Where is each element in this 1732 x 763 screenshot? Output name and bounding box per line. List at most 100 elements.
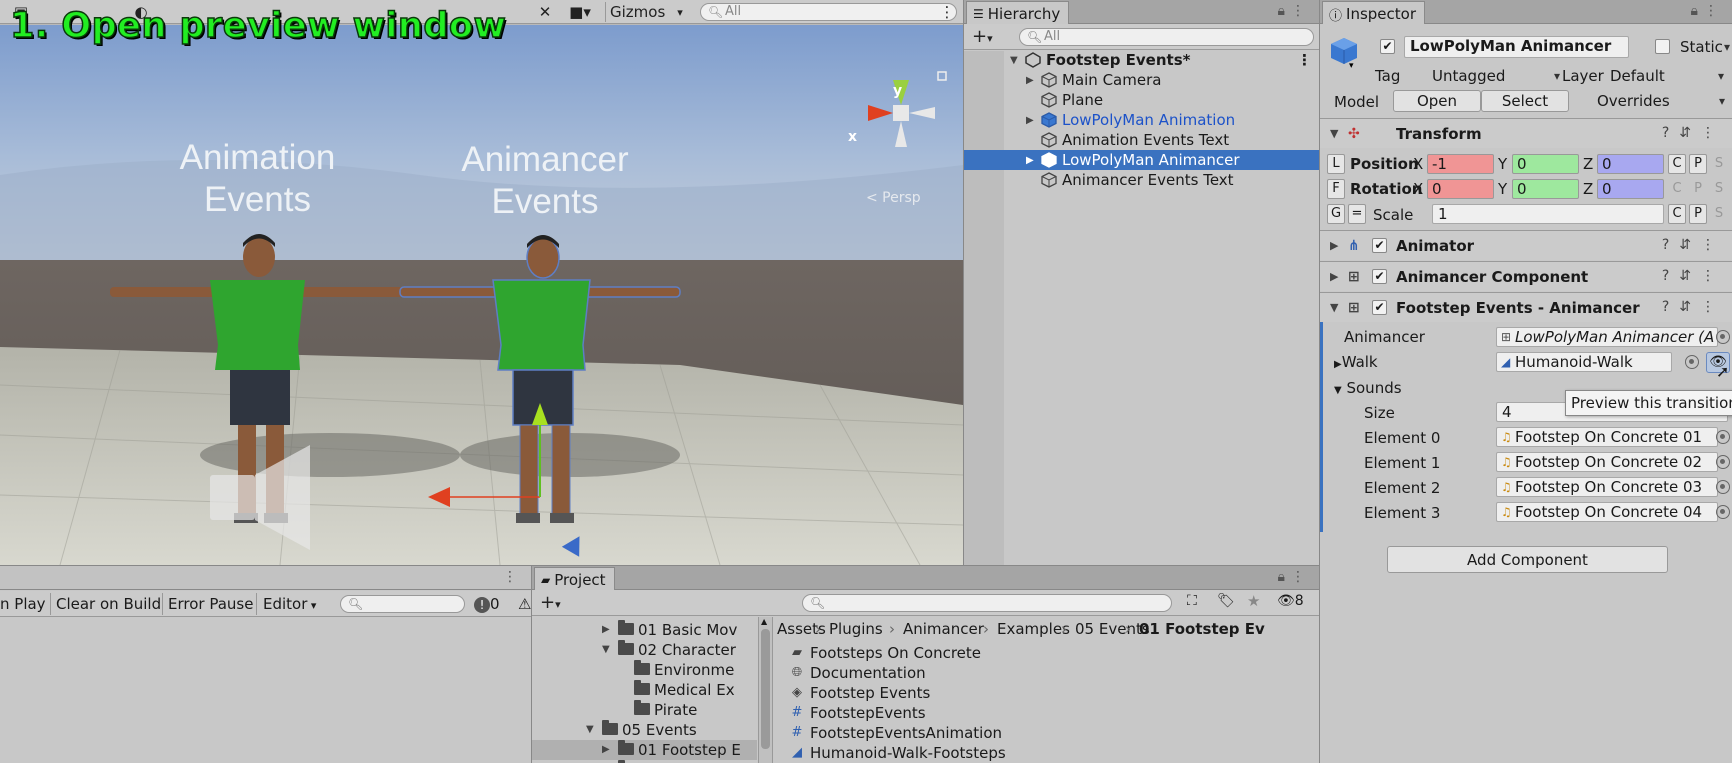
- scene-viewport[interactable]: Animation Events Animancer Events < Pers…: [0, 25, 963, 565]
- rotation-copy-button[interactable]: C: [1668, 179, 1686, 199]
- scene-root-row[interactable]: ▼ Footstep Events* ⋮: [964, 50, 1320, 70]
- gizmo-axis-x[interactable]: x: [848, 129, 857, 145]
- asset-item[interactable]: ◈ Footstep Events: [773, 683, 1320, 703]
- camera-icon[interactable]: ■▾: [565, 2, 595, 22]
- expand-arrow-icon[interactable]: ▼: [586, 724, 594, 735]
- clear-on-play-toggle[interactable]: n Play: [0, 594, 46, 614]
- object-picker-icon[interactable]: [1716, 455, 1730, 469]
- foldout-arrow-icon[interactable]: ▼: [1330, 127, 1338, 140]
- position-copy-button[interactable]: C: [1668, 154, 1686, 174]
- rotation-x-field[interactable]: 0: [1427, 179, 1494, 199]
- foldout-arrow-icon[interactable]: ▼: [1330, 301, 1338, 314]
- folder-tree-item[interactable]: Environme: [532, 660, 757, 680]
- console-search-input[interactable]: 🔍︎: [340, 595, 465, 613]
- expand-arrow-icon[interactable]: ▶: [602, 624, 610, 635]
- active-checkbox[interactable]: ✔: [1380, 39, 1395, 54]
- open-button[interactable]: Open: [1393, 90, 1481, 112]
- transform-local-button[interactable]: L: [1327, 154, 1345, 174]
- static-checkbox[interactable]: [1655, 39, 1670, 54]
- object-picker-icon[interactable]: [1716, 480, 1730, 494]
- sound-element-field[interactable]: ♫ Footstep On Concrete 01: [1496, 427, 1718, 447]
- expand-arrow-icon[interactable]: ▶: [1026, 75, 1034, 86]
- scale-field[interactable]: 1: [1432, 204, 1664, 224]
- clear-on-build-toggle[interactable]: Clear on Build: [56, 594, 161, 614]
- sound-element-field[interactable]: ♫ Footstep On Concrete 04: [1496, 502, 1718, 522]
- expand-arrow-icon[interactable]: ▼: [602, 644, 610, 655]
- hierarchy-item[interactable]: ▶ LowPolyMan Animation: [964, 110, 1320, 130]
- rotation-z-field[interactable]: 0: [1597, 179, 1664, 199]
- transform-header[interactable]: ▼ ✣ Transform ?⇵⋮: [1320, 118, 1732, 148]
- filter-type-icon[interactable]: ⛶: [1187, 593, 1197, 609]
- animator-enabled-checkbox[interactable]: ✔: [1372, 238, 1387, 253]
- object-name-field[interactable]: LowPolyMan Animancer: [1404, 36, 1629, 58]
- asset-item[interactable]: 🌐︎ Documentation: [773, 663, 1320, 683]
- breadcrumb-item[interactable]: Examples: [997, 620, 1070, 638]
- object-picker-icon[interactable]: [1716, 330, 1730, 344]
- hierarchy-item[interactable]: ▶ Main Camera: [964, 70, 1320, 90]
- position-x-label[interactable]: X: [1413, 155, 1423, 173]
- transform-freeze-button[interactable]: F: [1327, 179, 1345, 199]
- scale-copy-button[interactable]: C: [1668, 204, 1686, 224]
- hierarchy-item[interactable]: Plane: [964, 90, 1320, 110]
- warning-icon[interactable]: ⚠: [518, 594, 531, 614]
- folder-tree-item[interactable]: ▼ 05 Events: [532, 720, 757, 740]
- scene-menu-icon[interactable]: ⋮: [1297, 51, 1312, 69]
- tab-inspector[interactable]: ⓘ Inspector: [1322, 1, 1425, 24]
- tab-project[interactable]: ▰ Project: [534, 567, 615, 590]
- sounds-foldout[interactable]: ▼ Sounds: [1334, 379, 1402, 397]
- editor-dropdown[interactable]: Editor ▾: [263, 594, 316, 614]
- select-button[interactable]: Select: [1481, 90, 1569, 112]
- static-dropdown[interactable]: Static: [1676, 37, 1732, 57]
- folder-tree-item[interactable]: ▶ 01 Footstep E: [532, 740, 757, 760]
- expand-arrow-icon[interactable]: ▶: [1026, 115, 1034, 126]
- error-count-toggle[interactable]: ! 0: [474, 594, 500, 614]
- tools-icon[interactable]: ✕: [535, 2, 555, 22]
- folder-tree-item[interactable]: Medical Ex: [532, 680, 757, 700]
- animancer-enabled-checkbox[interactable]: ✔: [1372, 269, 1387, 284]
- create-button[interactable]: +▾: [972, 26, 993, 47]
- layer-dropdown[interactable]: Default: [1606, 66, 1726, 86]
- position-snap-button[interactable]: S: [1710, 154, 1728, 174]
- foldout-arrow-icon[interactable]: ▶: [1330, 239, 1338, 252]
- more-menu-icon[interactable]: ⋮: [940, 2, 955, 22]
- favorite-star-icon[interactable]: ★: [1247, 592, 1260, 610]
- animator-header[interactable]: ▶ ⋔ ✔ Animator ?⇵⋮: [1320, 230, 1732, 260]
- error-pause-toggle[interactable]: Error Pause: [168, 594, 253, 614]
- add-component-button[interactable]: Add Component: [1387, 546, 1668, 573]
- folder-tree-item[interactable]: ▼ 02 Character: [532, 640, 757, 660]
- foldout-arrow-icon[interactable]: ▶: [1330, 270, 1338, 283]
- rotation-z-label[interactable]: Z: [1583, 180, 1593, 198]
- object-picker-icon[interactable]: [1716, 430, 1730, 444]
- project-search-input[interactable]: 🔍︎: [802, 594, 1172, 612]
- folder-tree-item[interactable]: ▶ 01 Basic Mov: [532, 620, 757, 640]
- walk-transition-field[interactable]: ◢ Humanoid-Walk: [1496, 352, 1672, 372]
- panel-menu-icons[interactable]: 🔒︎⋮: [1278, 3, 1311, 19]
- asset-item[interactable]: # FootstepEventsAnimation: [773, 723, 1320, 743]
- footstep-events-enabled-checkbox[interactable]: ✔: [1372, 300, 1387, 315]
- position-paste-button[interactable]: P: [1689, 154, 1707, 174]
- scale-snap-button[interactable]: S: [1710, 204, 1728, 224]
- overrides-dropdown[interactable]: Overrides: [1593, 91, 1727, 111]
- rotation-x-label[interactable]: X: [1413, 180, 1423, 198]
- rotation-paste-button[interactable]: P: [1689, 179, 1707, 199]
- hierarchy-item[interactable]: ▶ LowPolyMan Animancer: [964, 150, 1320, 170]
- panel-menu-icons[interactable]: 🔒︎⋮: [1278, 569, 1311, 585]
- asset-item[interactable]: # FootstepEvents: [773, 703, 1320, 723]
- asset-item[interactable]: ◢ Humanoid-Walk-Footsteps: [773, 743, 1320, 763]
- position-z-field[interactable]: 0: [1597, 154, 1664, 174]
- rotation-snap-button[interactable]: S: [1710, 179, 1728, 199]
- tree-scrollbar[interactable]: ▲: [758, 617, 772, 763]
- gizmo-axis-y[interactable]: y: [893, 83, 902, 99]
- expand-arrow-icon[interactable]: ▶: [602, 744, 610, 755]
- scale-paste-button[interactable]: P: [1689, 204, 1707, 224]
- breadcrumb-item[interactable]: Animancer: [903, 620, 984, 638]
- sound-element-field[interactable]: ♫ Footstep On Concrete 02: [1496, 452, 1718, 472]
- position-z-label[interactable]: Z: [1583, 155, 1593, 173]
- component-menu-icons[interactable]: ?⇵⋮: [1662, 237, 1725, 253]
- asset-item[interactable]: ▰ Footsteps On Concrete: [773, 643, 1320, 663]
- animancer-object-field[interactable]: ⊞ LowPolyMan Animancer (A: [1496, 327, 1718, 347]
- filter-label-icon[interactable]: 🏷︎: [1217, 593, 1235, 609]
- walk-foldout[interactable]: ▶Walk: [1334, 353, 1378, 371]
- component-menu-icons[interactable]: ?⇵⋮: [1662, 125, 1725, 141]
- component-menu-icons[interactable]: ?⇵⋮: [1662, 299, 1725, 315]
